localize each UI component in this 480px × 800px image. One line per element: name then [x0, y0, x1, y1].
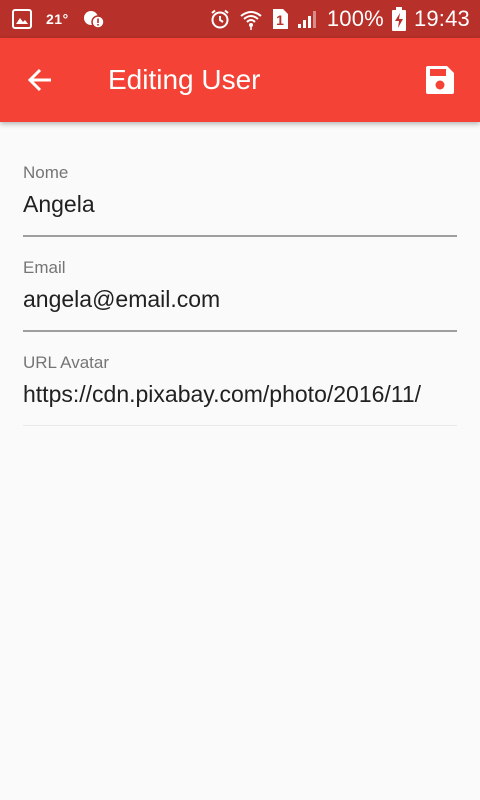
temperature-text: 21°: [46, 11, 69, 27]
nome-input[interactable]: [23, 186, 457, 222]
nome-label: Nome: [23, 163, 69, 182]
avatar-url-field: URL Avatar: [23, 350, 457, 426]
signal-icon: [297, 9, 319, 29]
email-label: Email: [23, 258, 66, 277]
sim-number: 1: [276, 12, 284, 28]
sim-icon: 1: [271, 8, 289, 30]
back-button[interactable]: [18, 58, 62, 102]
arrow-back-icon: [26, 66, 54, 94]
save-button[interactable]: [418, 58, 462, 102]
status-bar-left: 21°: [12, 0, 105, 38]
avatar-url-label: URL Avatar: [23, 353, 109, 372]
gallery-icon: [12, 9, 32, 29]
alarm-icon: [209, 8, 231, 30]
battery-percent: 100%: [326, 6, 384, 31]
cloud-alert-icon: [83, 9, 105, 29]
clock: 19:43: [413, 6, 470, 31]
user-form: Nome Email URL Avatar: [23, 160, 457, 444]
page-title: Editing User: [108, 64, 261, 95]
status-bar-right: 1 100% 19:43: [209, 0, 470, 38]
email-field: Email: [23, 255, 457, 332]
avatar-url-input[interactable]: [23, 376, 457, 412]
wifi-icon: [239, 8, 263, 30]
status-bar: 21° 1 100% 19:43: [0, 0, 480, 38]
save-icon: [425, 65, 455, 95]
app-bar: Editing User: [0, 38, 480, 122]
nome-field: Nome: [23, 160, 457, 237]
battery-charging-icon: [391, 7, 406, 31]
email-input[interactable]: [23, 281, 457, 317]
